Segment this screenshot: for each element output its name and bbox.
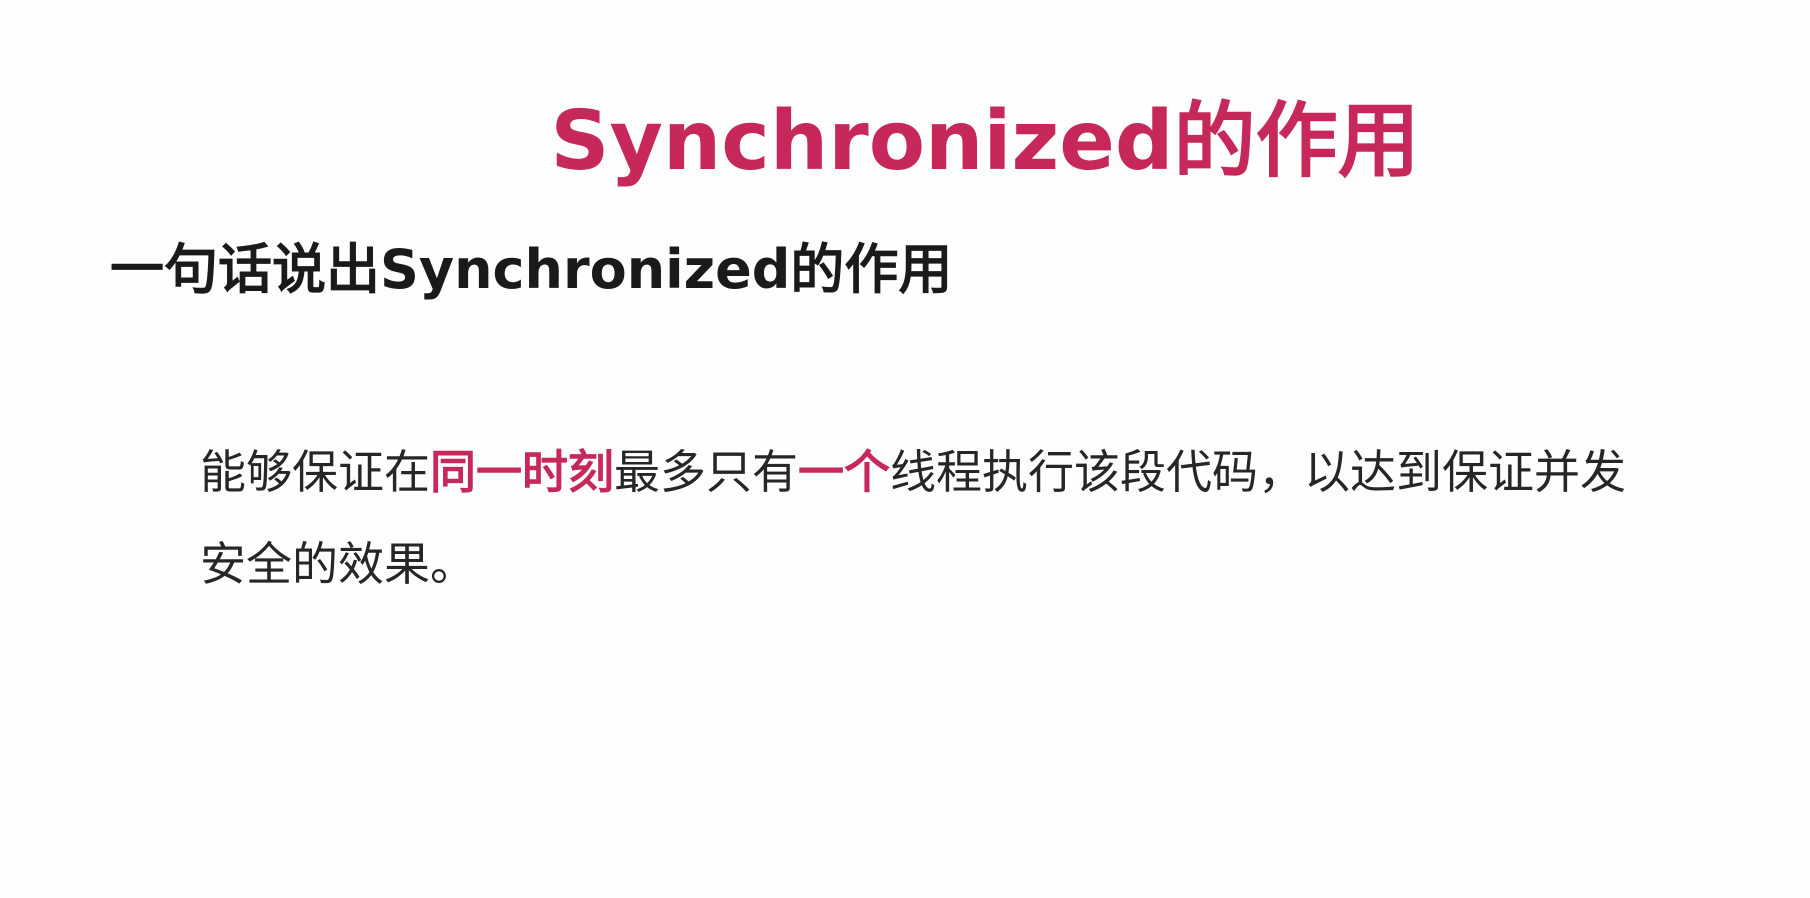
slide-subtitle: 一句话说出Synchronized的作用	[110, 238, 953, 301]
slide-title: Synchronized的作用	[550, 94, 1420, 189]
body-highlight-one: 一个	[798, 445, 890, 499]
body-text-part-2: 最多只有	[614, 445, 798, 499]
slide-body-text: 能够保证在同一时刻最多只有一个线程执行该段代码，以达到保证并发安全的效果。	[200, 426, 1670, 610]
body-text-part-1: 能够保证在	[200, 445, 430, 499]
body-highlight-same-moment: 同一时刻	[430, 445, 614, 499]
slide: Synchronized的作用 一句话说出Synchronized的作用 能够保…	[0, 0, 1810, 898]
